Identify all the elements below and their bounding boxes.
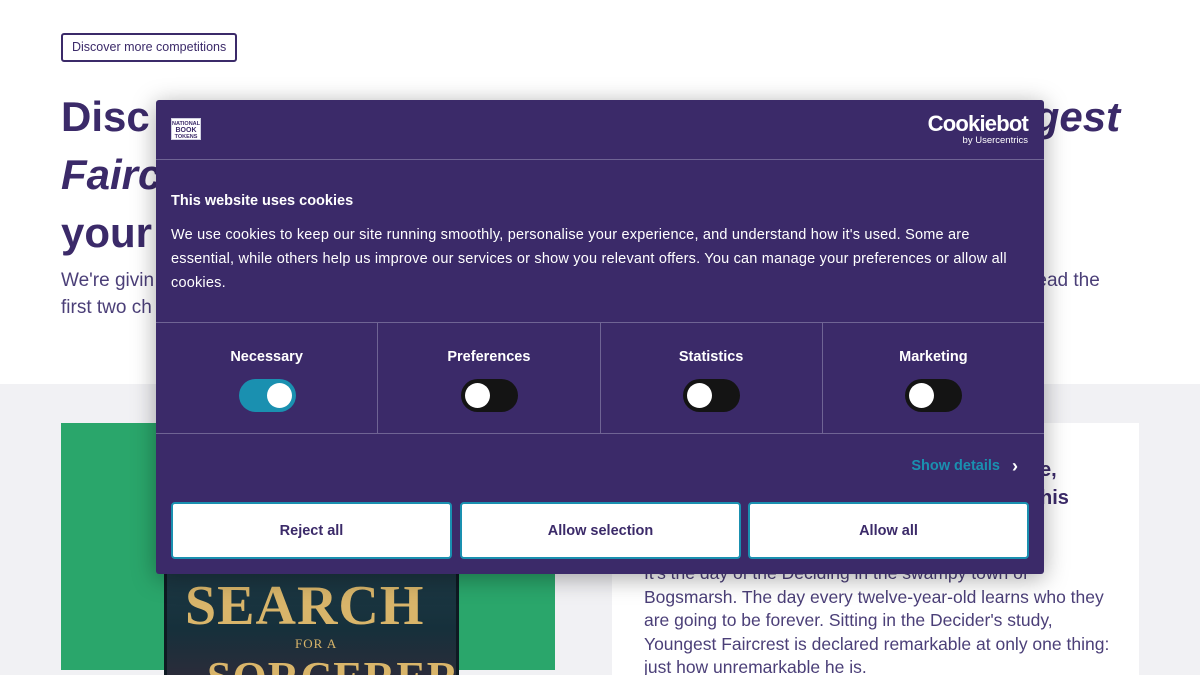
cookie-category-toggles: Necessary Preferences Statistics Marketi… — [156, 322, 1044, 434]
discover-more-competitions-button[interactable]: Discover more competitions — [61, 33, 238, 62]
book-info-title: e, his — [1040, 456, 1140, 512]
subtitle-fragment-1: We're givin — [61, 270, 155, 291]
book-cover-image: SEARCH FOR A SORCERER — [164, 560, 459, 675]
book-title-word-2: FOR A — [295, 636, 338, 651]
toggle-col-marketing: Marketing — [823, 323, 1044, 433]
toggle-knob — [464, 383, 490, 408]
toggle-label-necessary: Necessary — [230, 349, 303, 365]
toggle-col-statistics: Statistics — [601, 323, 823, 433]
book-title-word-3: SORCERER — [207, 652, 456, 675]
allow-all-button[interactable]: Allow all — [748, 502, 1029, 559]
book-description-rest: Bogsmarsh. The day every twelve-year-old… — [644, 586, 1110, 675]
subtitle-fragment-2: first two ch — [61, 297, 152, 318]
reject-all-button[interactable]: Reject all — [171, 502, 452, 559]
cookie-dialog-heading: This website uses cookies — [171, 193, 354, 209]
show-details-label: Show details — [911, 458, 1000, 474]
toggle-col-necessary: Necessary — [156, 323, 379, 433]
title-fragment-1-end: gest — [1033, 93, 1121, 140]
title-fragment-2: Fairc — [61, 151, 162, 198]
toggle-knob — [687, 383, 713, 408]
toggle-label-marketing: Marketing — [899, 349, 968, 365]
toggle-label-statistics: Statistics — [678, 349, 744, 365]
marketing-toggle[interactable] — [905, 379, 963, 412]
title-fragment-3: your — [61, 209, 153, 256]
cookiebot-wordmark: Cookiebot — [927, 111, 1029, 136]
cookiebot-logo[interactable]: Cookiebot by Usercentrics — [927, 111, 1029, 146]
cookie-dialog-header: NATIONAL BOOK TOKENS Cookiebot by Userce… — [156, 100, 1044, 160]
national-book-tokens-logo: NATIONAL BOOK TOKENS — [171, 118, 201, 140]
statistics-toggle[interactable] — [683, 379, 741, 412]
cookie-dialog-body: This website uses cookies We use cookies… — [171, 192, 1031, 295]
title-fragment-1: Disc — [61, 93, 150, 140]
cookie-dialog-text: We use cookies to keep our site running … — [171, 227, 1007, 291]
allow-selection-button[interactable]: Allow selection — [460, 502, 741, 559]
cookie-consent-dialog: NATIONAL BOOK TOKENS Cookiebot by Userce… — [156, 100, 1044, 574]
toggle-knob — [909, 383, 935, 408]
preferences-toggle[interactable] — [460, 379, 518, 412]
toggle-col-preferences: Preferences — [378, 323, 601, 433]
show-details-link[interactable]: Show details › — [911, 456, 1018, 476]
book-description: It's the day of the Deciding in the swam… — [644, 562, 1124, 675]
book-info-title-line-2: his — [1040, 487, 1069, 509]
cookiebot-byline: by Usercentrics — [962, 135, 1028, 146]
chevron-right-icon: › — [1012, 456, 1018, 476]
necessary-toggle[interactable] — [238, 379, 296, 412]
toggle-knob — [266, 383, 292, 408]
book-title-word-1: SEARCH — [185, 575, 425, 637]
toggle-label-preferences: Preferences — [447, 349, 531, 365]
